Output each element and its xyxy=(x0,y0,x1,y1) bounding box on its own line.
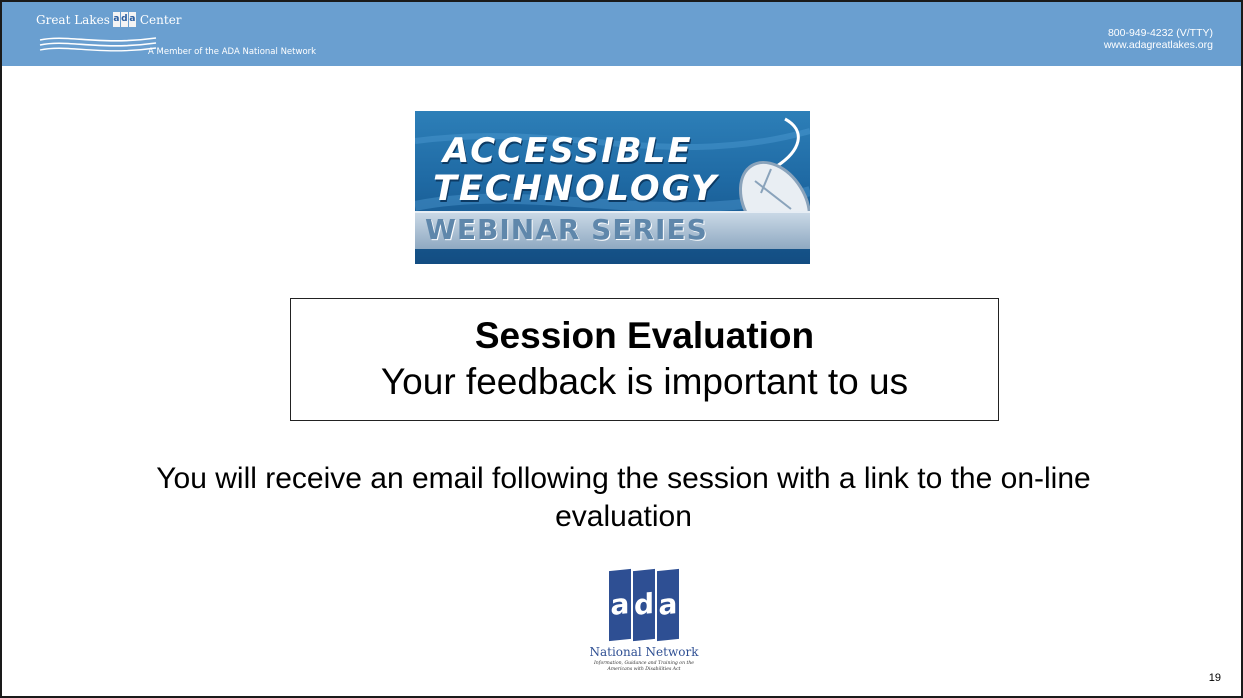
ada-letters-icon: a d a xyxy=(584,568,704,642)
ada-logo-letter: d xyxy=(633,568,655,642)
ada-logo-letter: a xyxy=(657,568,679,642)
logo-line-accessible: ACCESSIBLE xyxy=(443,131,693,171)
website-url: www.adagreatlakes.org xyxy=(1103,39,1213,51)
ada-logo-letter: a xyxy=(609,568,631,642)
evaluation-title: Session Evaluation xyxy=(474,314,815,356)
ada-badge-letter: a xyxy=(128,12,136,27)
national-network-label: National Network xyxy=(589,645,699,659)
phone-number: 800-949-4232 (V/TTY) xyxy=(1107,27,1213,39)
brand-suffix: Center xyxy=(139,12,182,27)
great-lakes-ada-center-logo: Great Lakes a d a Center A Member of the… xyxy=(36,12,366,62)
accessible-technology-webinar-logo: ACCESSIBLE TECHNOLOGY WEBINAR SERIES xyxy=(415,111,810,264)
contact-info: 800-949-4232 (V/TTY) www.adagreatlakes.o… xyxy=(1104,27,1213,51)
slide-header-banner: Great Lakes a d a Center A Member of the… xyxy=(2,2,1241,66)
wave-swoosh-icon xyxy=(39,37,157,52)
ada-tagline: Information, Guidance and Training on th… xyxy=(593,661,695,672)
presentation-slide: Great Lakes a d a Center A Member of the… xyxy=(0,0,1243,698)
ada-national-network-logo: a d a National Network Information, Guid… xyxy=(584,568,704,682)
ada-badge-icon: a d a xyxy=(112,12,137,27)
logo-line-technology: TECHNOLOGY xyxy=(433,169,719,209)
slide-page-number: 19 xyxy=(1208,672,1221,684)
brand-name: Great Lakes a d a Center xyxy=(36,12,182,27)
brand-prefix: Great Lakes xyxy=(36,12,110,27)
ada-badge-letter: d xyxy=(120,12,128,27)
session-evaluation-box: Session Evaluation Your feedback is impo… xyxy=(290,298,999,421)
member-tagline: A Member of the ADA National Network xyxy=(148,47,317,57)
evaluation-subtitle: Your feedback is important to us xyxy=(380,360,909,402)
email-notice-text: You will receive an email following the … xyxy=(156,462,1091,533)
logo-line-webinar-series: WEBINAR SERIES xyxy=(425,213,708,246)
ada-badge-letter: a xyxy=(112,12,120,27)
